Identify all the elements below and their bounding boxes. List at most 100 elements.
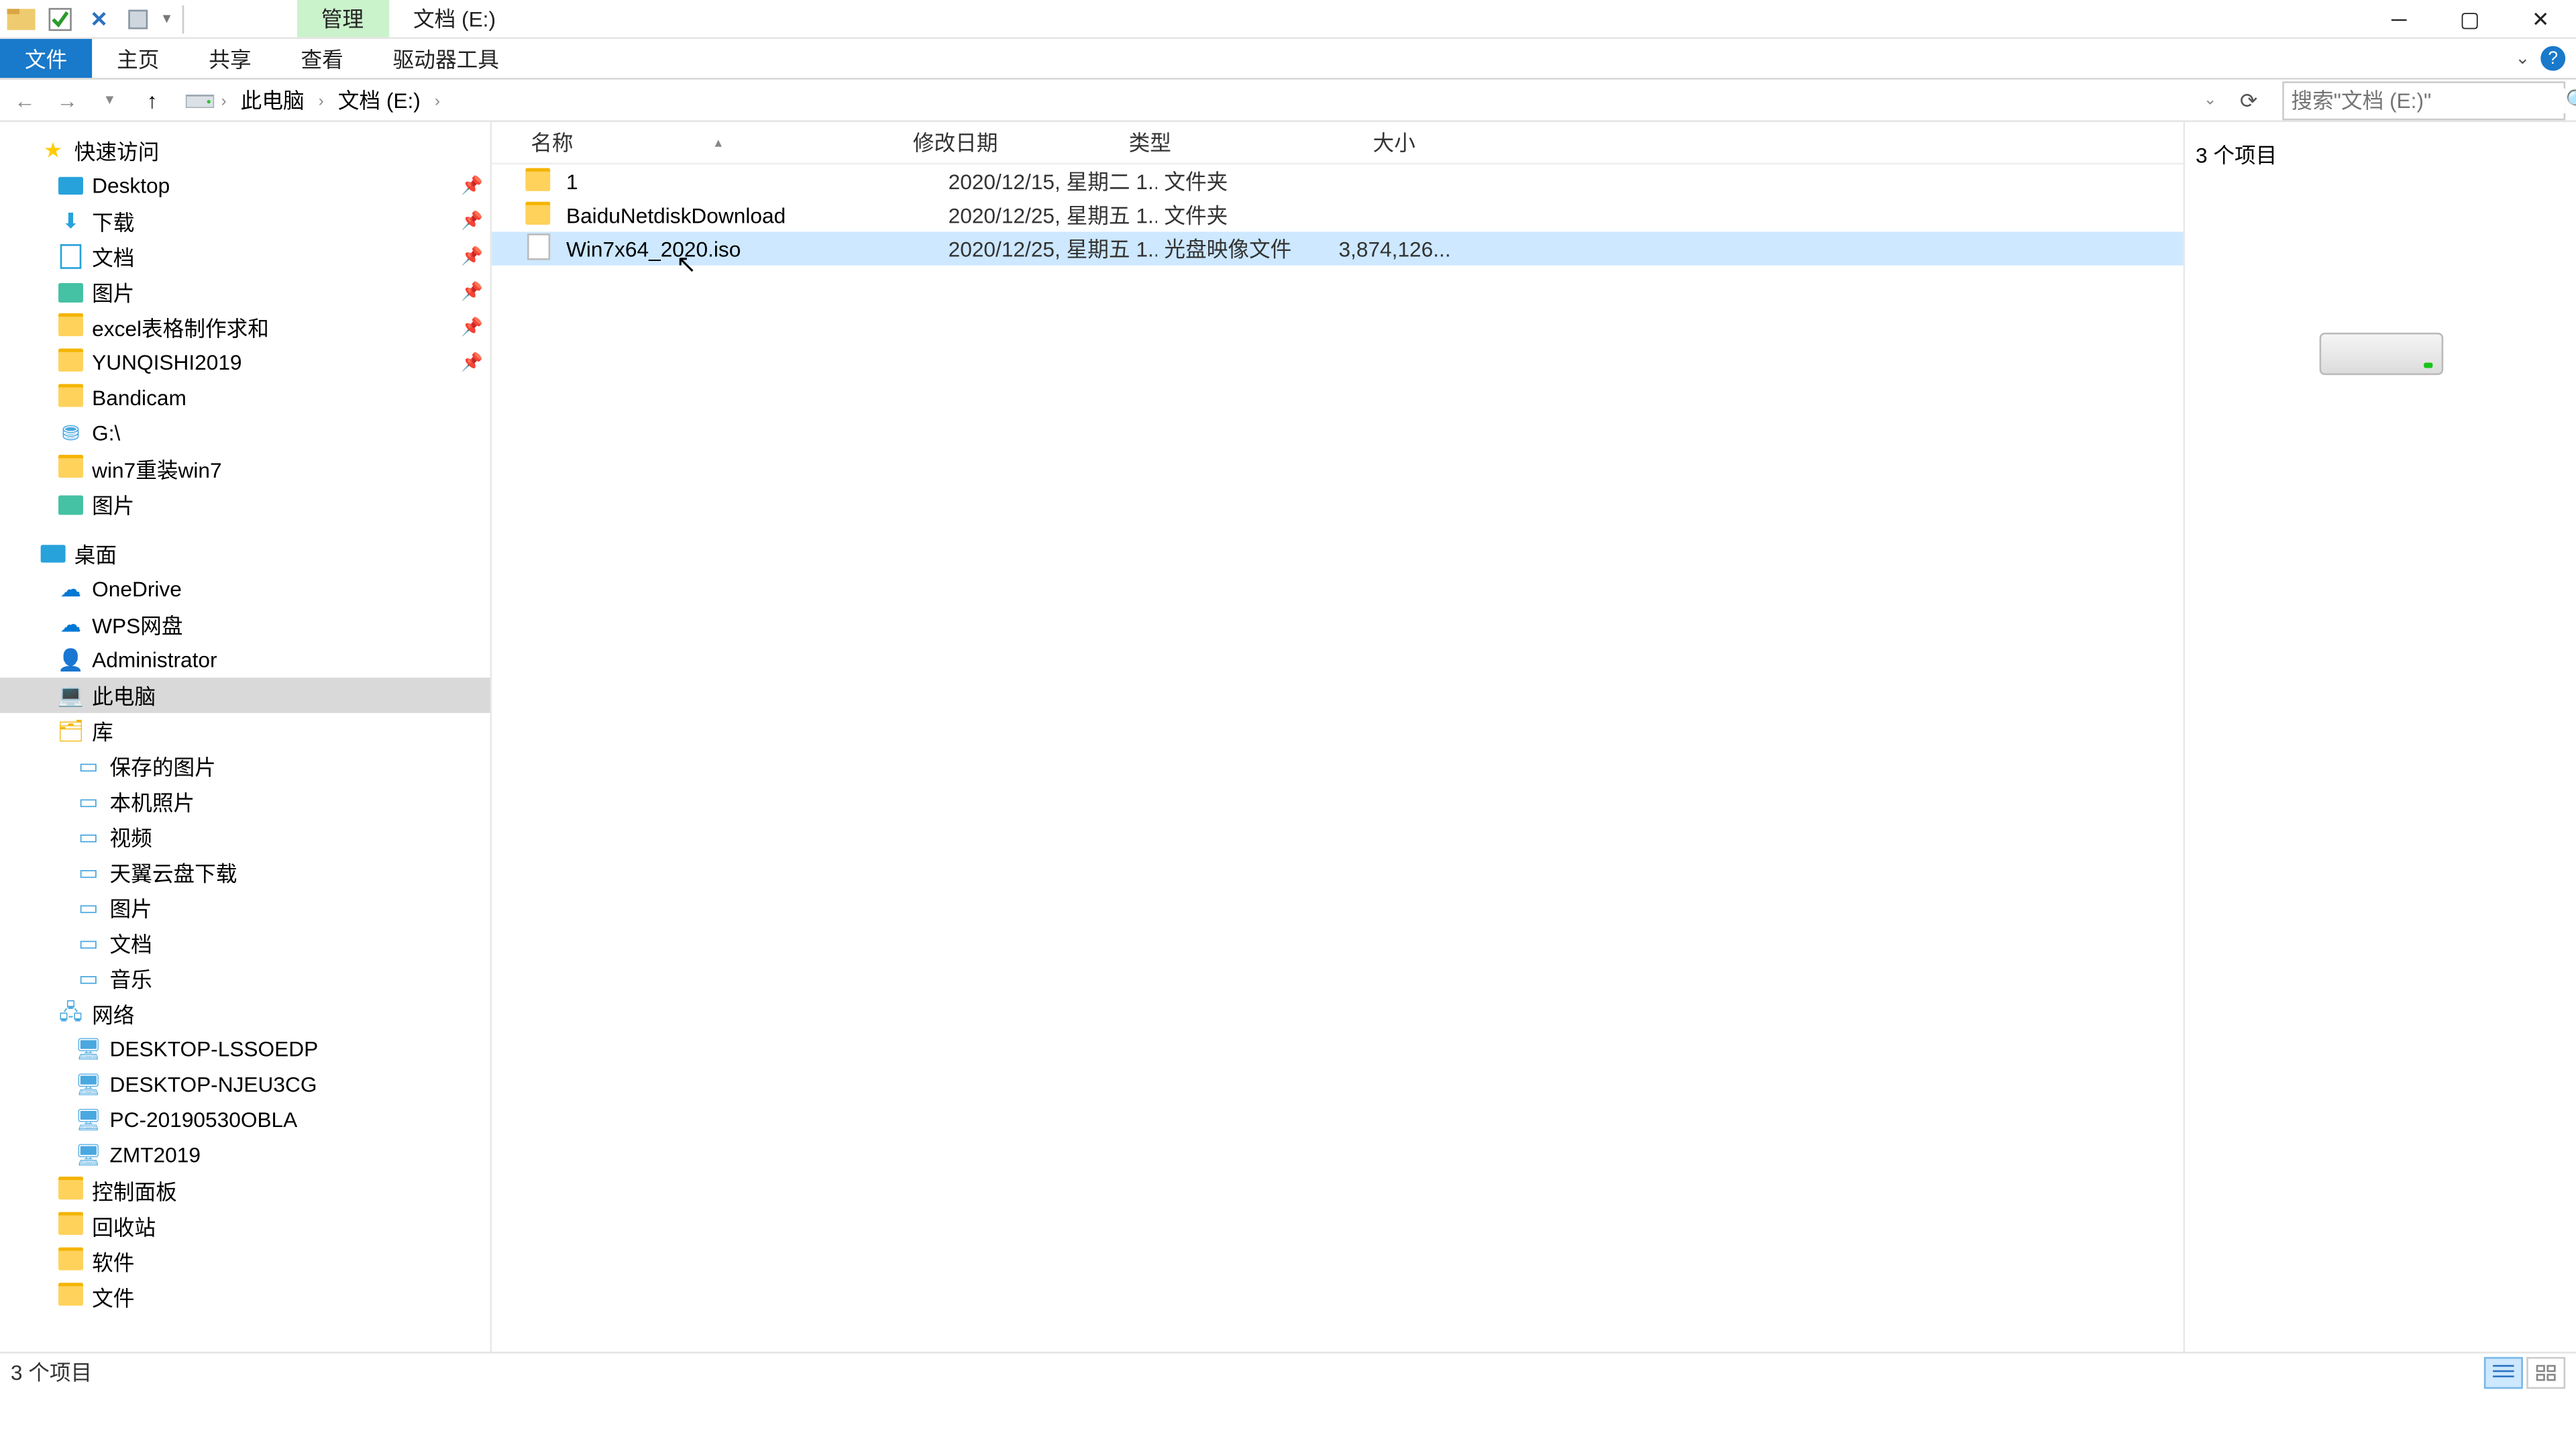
tree-qa-item[interactable]: excel表格制作求和📌 [0,310,490,345]
view-details-button[interactable] [2484,1356,2523,1388]
pin-icon: 📌 [461,247,483,266]
search-box[interactable]: 🔍 [2282,80,2565,119]
breadcrumb-item[interactable]: 文档 (E:) [331,83,427,118]
onedrive-icon: ☁ [56,575,85,603]
tree-desktop[interactable]: 桌面 [0,536,490,572]
tree-quick-access[interactable]: ★快速访问 [0,133,490,168]
tree-onedrive[interactable]: ☁OneDrive [0,572,490,607]
tree-qa-item[interactable]: YUNQISHI2019📌 [0,345,490,380]
column-size[interactable]: 大小 [1299,127,1423,158]
tree-network-item[interactable]: 🖥PC-20190530OBLA [0,1102,490,1138]
tree-item-icon [56,1283,85,1311]
tree-qa-item[interactable]: Bandicam [0,380,490,416]
help-icon[interactable]: ? [2540,46,2565,71]
navigation-tree[interactable]: ★快速访问 Desktop📌⬇下载📌文档📌图片📌excel表格制作求和📌YUNQ… [0,122,492,1352]
close-button[interactable]: ✕ [2506,0,2576,38]
tree-qa-item[interactable]: ⬇下载📌 [0,203,490,239]
tree-library-item[interactable]: ▭图片 [0,890,490,926]
chevron-right-icon[interactable]: › [431,91,443,109]
tree-library-item[interactable]: ▭视频 [0,819,490,855]
tree-network[interactable]: 🖧网络 [0,996,490,1032]
sort-asc-icon: ▴ [715,134,722,150]
tree-item[interactable]: 回收站 [0,1208,490,1244]
tree-item[interactable]: 文件 [0,1279,490,1315]
ribbon-tab-home[interactable]: 主页 [92,39,184,78]
tree-library-item[interactable]: ▭保存的图片 [0,749,490,784]
qat-properties-icon[interactable] [124,5,152,33]
tree-item[interactable]: 软件 [0,1244,490,1279]
file-name: Win7x64_2020.iso [559,236,941,261]
file-row[interactable]: 12020/12/15, 星期二 1...文件夹 [492,164,2183,198]
breadcrumb-item[interactable]: 此电脑 [233,83,311,118]
tree-item-icon [56,1212,85,1240]
refresh-button[interactable]: ⟳ [2229,80,2268,119]
tree-item-icon [56,313,85,341]
pc-icon: 💻 [56,681,85,709]
file-row[interactable]: Win7x64_2020.iso2020/12/25, 星期五 1...光盘映像… [492,231,2183,265]
contextual-tab-manage[interactable]: 管理 [297,0,388,37]
ribbon-expand-icon[interactable]: ⌄ [2515,49,2530,68]
library-item-icon: ▭ [74,858,103,886]
file-name: 1 [559,169,941,194]
explorer-window: ✕ ▾ 管理 文档 (E:) ─ ▢ ✕ 文件 主页 共享 查看 驱动器工具 ⌄… [0,0,2576,1391]
ribbon-tab-file[interactable]: 文件 [0,39,92,78]
address-bar: ← → ▾ ↑ › 此电脑 › 文档 (E:) › ⌄ ⟳ 🔍 [0,80,2576,122]
search-icon[interactable]: 🔍 [2565,88,2576,113]
tree-item[interactable]: 控制面板 [0,1173,490,1209]
nav-back-button[interactable]: ← [7,83,43,118]
qat-checkbox-icon[interactable] [46,5,74,33]
breadcrumb[interactable]: › 此电脑 › 文档 (E:) › ⌄ [177,80,2222,119]
computer-icon: 🖥 [74,1106,103,1134]
qat-dropdown-icon[interactable]: ▾ [163,9,171,28]
minimize-button[interactable]: ─ [2364,0,2434,38]
tree-library-item[interactable]: ▭文档 [0,925,490,961]
tree-item-icon [56,1247,85,1275]
tree-library-item[interactable]: ▭天翼云盘下载 [0,855,490,890]
nav-history-dropdown[interactable]: ▾ [92,83,127,118]
tree-network-item[interactable]: 🖥DESKTOP-LSSOEDP [0,1032,490,1067]
nav-up-button[interactable]: ↑ [134,83,170,118]
pin-icon: 📌 [461,317,483,337]
tree-qa-item[interactable]: 图片 [0,486,490,522]
ribbon-tab-drivetools[interactable]: 驱动器工具 [368,39,524,78]
library-item-icon: ▭ [74,894,103,922]
tree-item-icon [56,384,85,412]
pin-icon: 📌 [461,282,483,302]
file-type: 文件夹 [1157,166,1334,197]
file-rows[interactable]: 12020/12/15, 星期二 1...文件夹BaiduNetdiskDown… [492,164,2183,1352]
chevron-right-icon[interactable]: › [315,91,327,109]
tree-qa-item[interactable]: 文档📌 [0,239,490,274]
tree-libraries[interactable]: 🗂库 [0,713,490,749]
tree-library-item[interactable]: ▭本机照片 [0,784,490,819]
ribbon-tab-view[interactable]: 查看 [276,39,368,78]
tree-network-item[interactable]: 🖥DESKTOP-NJEU3CG [0,1067,490,1102]
tree-this-pc[interactable]: 💻此电脑 [0,678,490,713]
maximize-button[interactable]: ▢ [2434,0,2505,38]
tree-wps[interactable]: ☁WPS网盘 [0,607,490,643]
tree-item-icon [56,349,85,377]
title-bar: ✕ ▾ 管理 文档 (E:) ─ ▢ ✕ [0,0,2576,39]
chevron-right-icon[interactable]: › [217,91,229,109]
tree-qa-item[interactable]: 图片📌 [0,274,490,310]
column-name[interactable]: 名称▴ [524,127,906,158]
breadcrumb-dropdown-icon[interactable]: ⌄ [2200,91,2220,110]
view-large-icons-button[interactable] [2526,1356,2565,1388]
search-input[interactable] [2291,88,2565,113]
tree-qa-item[interactable]: Desktop📌 [0,168,490,204]
tree-user[interactable]: 👤Administrator [0,642,490,678]
nav-forward-button[interactable]: → [50,83,85,118]
pin-icon: 📌 [461,211,483,231]
computer-icon: 🖥 [74,1071,103,1099]
tree-qa-item[interactable]: ⛃G:\ [0,416,490,451]
column-type[interactable]: 类型 [1122,127,1299,158]
file-row[interactable]: BaiduNetdiskDownload2020/12/25, 星期五 1...… [492,198,2183,231]
tree-library-item[interactable]: ▭音乐 [0,961,490,996]
ribbon-tab-share[interactable]: 共享 [184,39,276,78]
qat-close-icon[interactable]: ✕ [85,5,113,33]
file-date: 2020/12/15, 星期二 1... [941,166,1157,197]
tree-qa-item[interactable]: win7重装win7 [0,451,490,487]
tree-network-item[interactable]: 🖥ZMT2019 [0,1138,490,1173]
library-item-icon: ▭ [74,964,103,992]
tree-item-icon [56,1177,85,1205]
column-date[interactable]: 修改日期 [906,127,1122,158]
